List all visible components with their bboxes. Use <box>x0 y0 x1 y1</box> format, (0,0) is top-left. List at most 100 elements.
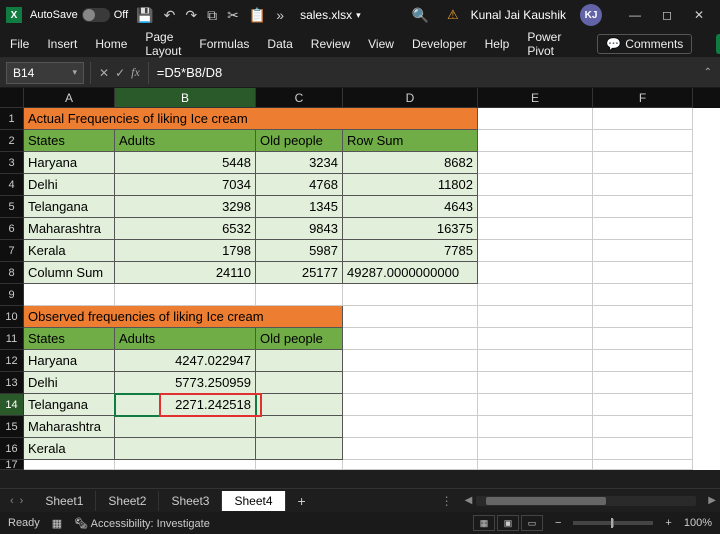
normal-view-button[interactable]: ▦ <box>473 515 495 531</box>
minimize-button[interactable]: — <box>620 3 650 27</box>
sheet-options-icon[interactable]: ⋮ <box>433 494 461 508</box>
tab-view[interactable]: View <box>368 37 394 51</box>
sheet-tab-3[interactable]: Sheet3 <box>159 491 222 511</box>
cell-C16[interactable] <box>256 438 343 460</box>
cell-E6[interactable] <box>478 218 593 240</box>
cell-B15[interactable] <box>115 416 256 438</box>
tab-home[interactable]: Home <box>95 37 127 51</box>
page-break-button[interactable]: ▭ <box>521 515 543 531</box>
cell-D16[interactable] <box>343 438 478 460</box>
row-header-17[interactable]: 17 <box>0 460 24 470</box>
warning-icon[interactable]: ⚠ <box>447 7 459 23</box>
cell-D2[interactable]: Row Sum <box>343 130 478 152</box>
select-all-corner[interactable] <box>0 88 24 108</box>
cell-C6[interactable]: 9843 <box>256 218 343 240</box>
cell-F10[interactable] <box>593 306 693 328</box>
cell-B7[interactable]: 1798 <box>115 240 256 262</box>
cell-A1[interactable]: Actual Frequencies of liking Ice cream <box>24 108 343 130</box>
cell-E1[interactable] <box>478 108 593 130</box>
cell-E8[interactable] <box>478 262 593 284</box>
tab-developer[interactable]: Developer <box>412 37 467 51</box>
cell-F17[interactable] <box>593 460 693 470</box>
cell-D8[interactable]: 49287.0000000000 <box>343 262 478 284</box>
cell-A3[interactable]: Haryana <box>24 152 115 174</box>
sheet-tab-2[interactable]: Sheet2 <box>96 491 159 511</box>
cell-D4[interactable]: 11802 <box>343 174 478 196</box>
cell-E16[interactable] <box>478 438 593 460</box>
zoom-out-icon[interactable]: − <box>555 517 561 529</box>
row-header-7[interactable]: 7 <box>0 240 24 262</box>
cell-F7[interactable] <box>593 240 693 262</box>
cell-E5[interactable] <box>478 196 593 218</box>
col-header-B[interactable]: B <box>115 88 256 108</box>
name-box[interactable]: B14 ▾ <box>6 62 84 84</box>
more-icon[interactable]: » <box>276 7 284 23</box>
hscroll-thumb[interactable] <box>486 497 606 505</box>
row-header-1[interactable]: 1 <box>0 108 24 130</box>
share-button[interactable]: ↗ <box>716 34 720 54</box>
cell-C11[interactable]: Old people <box>256 328 343 350</box>
cell-E9[interactable] <box>478 284 593 306</box>
cell-E14[interactable] <box>478 394 593 416</box>
row-header-4[interactable]: 4 <box>0 174 24 196</box>
cell-B5[interactable]: 3298 <box>115 196 256 218</box>
cell-D14[interactable] <box>343 394 478 416</box>
cell-C7[interactable]: 5987 <box>256 240 343 262</box>
col-header-A[interactable]: A <box>24 88 115 108</box>
cell-A9[interactable] <box>24 284 115 306</box>
search-icon[interactable]: 🔍 <box>412 7 429 24</box>
cell-E4[interactable] <box>478 174 593 196</box>
cell-F12[interactable] <box>593 350 693 372</box>
cell-B11[interactable]: Adults <box>115 328 256 350</box>
cell-A12[interactable]: Haryana <box>24 350 115 372</box>
cell-A4[interactable]: Delhi <box>24 174 115 196</box>
cell-B4[interactable]: 7034 <box>115 174 256 196</box>
tab-file[interactable]: File <box>10 37 29 51</box>
toggle-switch-icon[interactable] <box>82 8 110 22</box>
tab-power-pivot[interactable]: Power Pivot <box>527 30 561 58</box>
hscroll-right-icon[interactable]: ▶ <box>704 495 720 506</box>
row-header-6[interactable]: 6 <box>0 218 24 240</box>
cell-B6[interactable]: 6532 <box>115 218 256 240</box>
tab-help[interactable]: Help <box>485 37 510 51</box>
cell-E2[interactable] <box>478 130 593 152</box>
zoom-level[interactable]: 100% <box>684 517 712 529</box>
cell-F11[interactable] <box>593 328 693 350</box>
cell-D10[interactable] <box>343 306 478 328</box>
cell-D6[interactable]: 16375 <box>343 218 478 240</box>
cell-A14[interactable]: Telangana <box>24 394 115 416</box>
sheet-next-icon[interactable]: › <box>20 495 24 507</box>
zoom-in-icon[interactable]: + <box>665 517 671 529</box>
redo-icon[interactable]: ↷ <box>185 7 197 24</box>
sheet-tab-1[interactable]: Sheet1 <box>33 491 96 511</box>
cell-B16[interactable] <box>115 438 256 460</box>
autosave-toggle[interactable]: AutoSave Off <box>30 8 128 22</box>
save-icon[interactable]: 💾 <box>136 7 153 24</box>
tab-insert[interactable]: Insert <box>47 37 77 51</box>
stats-icon[interactable]: ▦ <box>52 517 62 530</box>
cancel-formula-icon[interactable]: ✕ <box>99 66 109 80</box>
cell-D7[interactable]: 7785 <box>343 240 478 262</box>
cell-F13[interactable] <box>593 372 693 394</box>
cell-A16[interactable]: Kerala <box>24 438 115 460</box>
cell-A11[interactable]: States <box>24 328 115 350</box>
cell-F1[interactable] <box>593 108 693 130</box>
filename-display[interactable]: sales.xlsx ▾ <box>300 8 361 22</box>
cell-B9[interactable] <box>115 284 256 306</box>
cell-B3[interactable]: 5448 <box>115 152 256 174</box>
cell-E13[interactable] <box>478 372 593 394</box>
col-header-D[interactable]: D <box>343 88 478 108</box>
row-header-2[interactable]: 2 <box>0 130 24 152</box>
tab-review[interactable]: Review <box>311 37 350 51</box>
expand-formula-icon[interactable]: ⌃ <box>696 67 720 78</box>
cell-D9[interactable] <box>343 284 478 306</box>
cell-A10[interactable]: Observed frequencies of liking Ice cream <box>24 306 343 328</box>
comments-button[interactable]: 💬 Comments <box>597 34 692 54</box>
cell-E10[interactable] <box>478 306 593 328</box>
cell-F3[interactable] <box>593 152 693 174</box>
paste-icon[interactable]: 📋 <box>249 7 266 24</box>
cell-B12[interactable]: 4247.022947 <box>115 350 256 372</box>
cell-F2[interactable] <box>593 130 693 152</box>
cell-D15[interactable] <box>343 416 478 438</box>
row-header-15[interactable]: 15 <box>0 416 24 438</box>
